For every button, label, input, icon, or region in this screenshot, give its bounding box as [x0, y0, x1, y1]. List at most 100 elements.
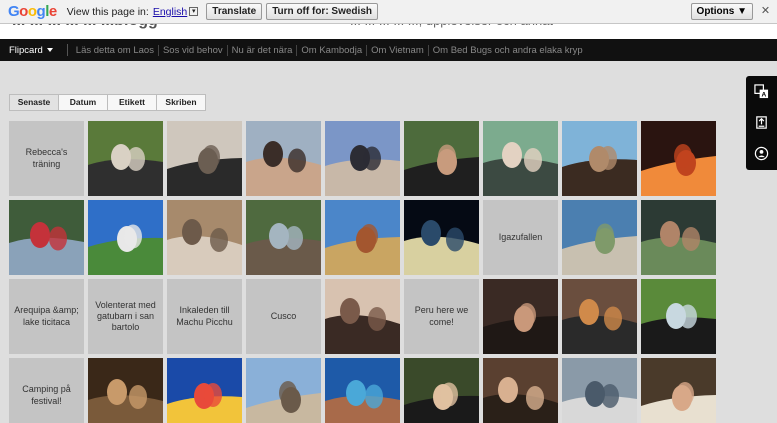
nav-link[interactable]: Om Bed Bugs och andra elaka kryp [427, 44, 587, 56]
flipcard-photo[interactable] [325, 358, 400, 423]
tab-senaste[interactable]: Senaste [9, 94, 59, 111]
share-panel-button[interactable] [746, 107, 777, 138]
flipcard-photo[interactable] [641, 279, 716, 354]
photo-thumbnail [246, 200, 321, 275]
tab-skriben[interactable]: Skriben [156, 94, 206, 111]
nav-link[interactable]: Sos vid behov [157, 44, 227, 56]
photo-thumbnail [167, 121, 242, 196]
flipcard-photo[interactable] [88, 121, 163, 196]
translate-icon: A [754, 84, 769, 99]
flipcard-photo[interactable] [562, 279, 637, 354]
flipcard-title: Camping på festival! [22, 384, 71, 406]
photo-thumbnail [325, 279, 400, 354]
photo-thumbnail [325, 121, 400, 196]
flipcard-title-card[interactable]: Rebecca's träning [9, 121, 84, 196]
photo-thumbnail [483, 358, 558, 423]
flipcard-title: Inkaleden till Machu Picchu [176, 305, 233, 327]
nav-divider [66, 44, 68, 56]
photo-thumbnail [404, 121, 479, 196]
tab-etikett[interactable]: Etikett [107, 94, 157, 111]
flipcard-photo[interactable] [483, 279, 558, 354]
flipcard-photo[interactable] [641, 200, 716, 275]
account-panel-button[interactable] [746, 138, 777, 169]
photo-thumbnail [641, 358, 716, 423]
photo-thumbnail [246, 121, 321, 196]
flipcard-title-card[interactable]: Peru here we come! [404, 279, 479, 354]
flipcard-title: Igazufallen [498, 231, 543, 242]
nav-link[interactable]: Om Kambodja [296, 44, 366, 56]
photo-thumbnail [9, 200, 84, 275]
photo-thumbnail [246, 358, 321, 423]
flipcard-photo[interactable] [88, 200, 163, 275]
photo-thumbnail [167, 358, 242, 423]
flipcard-title: Peru here we come! [414, 305, 469, 327]
flipcard-photo[interactable] [404, 358, 479, 423]
flipcard-photo[interactable] [404, 200, 479, 275]
flipcard-photo[interactable] [404, 121, 479, 196]
photo-thumbnail [88, 121, 163, 196]
flipcard-photo[interactable] [325, 121, 400, 196]
svg-text:A: A [761, 92, 766, 99]
flipcard-photo[interactable] [167, 358, 242, 423]
flipcard-photo[interactable] [246, 121, 321, 196]
nav-bar: Flipcard Läs detta om Laos Sos vid behov N… [0, 39, 777, 61]
flipcard-title: Cusco [270, 310, 297, 321]
flipcard-title-card[interactable]: Arequipa &amp; lake ticitaca [9, 279, 84, 354]
flipcard-photo[interactable] [483, 121, 558, 196]
nav-links: Läs detta om Laos Sos vid behov Nu är det … [72, 44, 587, 56]
flipcard-photo[interactable] [483, 358, 558, 423]
flipcard-photo[interactable] [88, 358, 163, 423]
photo-thumbnail [404, 358, 479, 423]
close-icon[interactable]: ✕ [760, 6, 771, 17]
flipcard-title-card[interactable]: Camping på festival! [9, 358, 84, 423]
view-tabs: Senaste Datum Etikett Skriben [9, 94, 206, 111]
flipcard-photo[interactable] [167, 200, 242, 275]
photo-thumbnail [562, 358, 637, 423]
flipcard-photo[interactable] [562, 200, 637, 275]
options-button[interactable]: Options ▼ [690, 3, 753, 20]
translate-prompt: View this page in: [66, 5, 149, 18]
flipcard-title: Volenterat med gatubarn i san bartolo [95, 299, 156, 333]
photo-thumbnail [325, 358, 400, 423]
flipcard-photo[interactable] [562, 358, 637, 423]
flipcard-photo[interactable] [246, 200, 321, 275]
flipcard-photo[interactable] [325, 279, 400, 354]
nav-link[interactable]: Läs detta om Laos [72, 45, 158, 56]
flipcard-title: Rebecca's träning [25, 147, 68, 169]
flipcard-photo[interactable] [641, 358, 716, 423]
share-icon [756, 116, 767, 129]
photo-thumbnail [325, 200, 400, 275]
view-label: Flipcard [9, 44, 43, 56]
nav-link[interactable]: Om Vietnam [366, 44, 428, 56]
flipcard-grid: Rebecca's träning Igazufallen Arequipa &am… [9, 121, 717, 423]
flipcard-photo[interactable] [167, 121, 242, 196]
photo-thumbnail [562, 121, 637, 196]
floating-side-panel: A [746, 76, 777, 170]
flipcard-photo[interactable] [325, 200, 400, 275]
flipcard-photo[interactable] [641, 121, 716, 196]
flipcard-photo[interactable] [9, 200, 84, 275]
flipcard-title-card[interactable]: Cusco [246, 279, 321, 354]
photo-thumbnail [88, 200, 163, 275]
language-dropdown-icon[interactable]: ▾ [189, 7, 199, 16]
photo-thumbnail [641, 279, 716, 354]
translate-button[interactable]: Translate [206, 3, 263, 20]
flipcard-title-card[interactable]: Volenterat med gatubarn i san bartolo [88, 279, 163, 354]
flipcard-title-card[interactable]: Igazufallen [483, 200, 558, 275]
flipcard-photo[interactable] [562, 121, 637, 196]
flipcard-photo[interactable] [246, 358, 321, 423]
nav-link[interactable]: Nu är det nära [226, 44, 297, 56]
photo-thumbnail [483, 279, 558, 354]
view-selector[interactable]: Flipcard [9, 45, 53, 56]
photo-thumbnail [483, 121, 558, 196]
photo-thumbnail [88, 358, 163, 423]
translate-panel-button[interactable]: A [746, 76, 777, 107]
photo-thumbnail [562, 200, 637, 275]
account-icon [754, 146, 769, 161]
photo-thumbnail [167, 200, 242, 275]
flipcard-title-card[interactable]: Inkaleden till Machu Picchu [167, 279, 242, 354]
tab-datum[interactable]: Datum [58, 94, 108, 111]
flipcard-title: Arequipa &amp; lake ticitaca [14, 305, 79, 327]
turn-off-button[interactable]: Turn off for: Swedish [266, 3, 378, 20]
language-select[interactable]: English [153, 6, 187, 18]
